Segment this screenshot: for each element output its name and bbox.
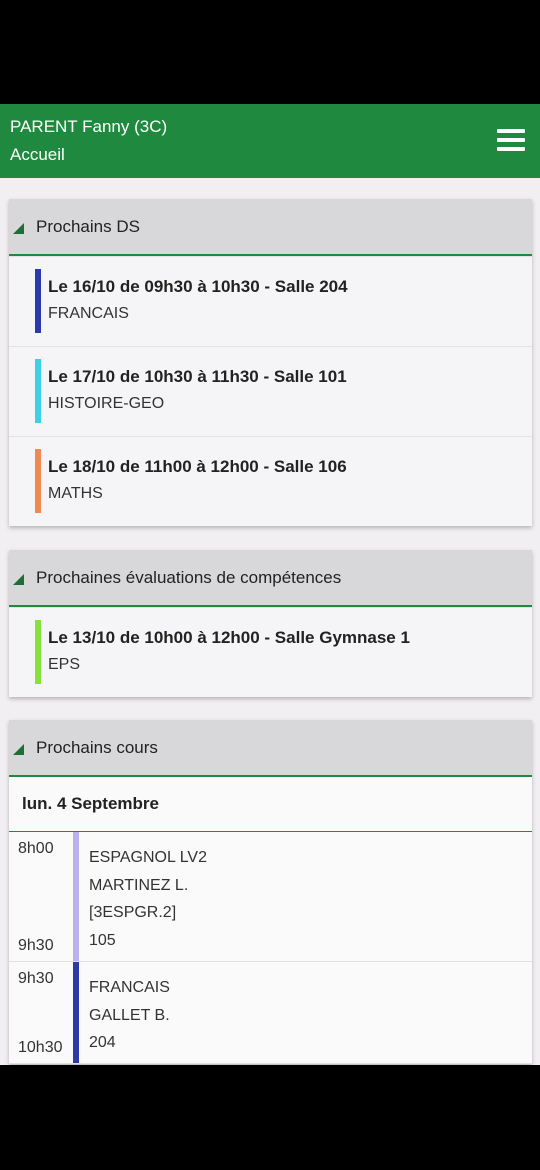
ds-item-subject: FRANCAIS (48, 305, 129, 322)
evaluations-card: Prochaines évaluations de compétences Le… (9, 550, 532, 697)
collapse-triangle-icon (13, 574, 24, 585)
lesson-subject: ESPAGNOL LV2 (89, 849, 207, 866)
ds-item-subject: MATHS (48, 485, 103, 502)
lesson-start-time: 9h30 (18, 970, 54, 987)
evaluations-card-header[interactable]: Prochaines évaluations de compétences (9, 550, 532, 607)
lesson-end-time: 9h30 (18, 937, 54, 954)
lesson-info: FRANCAIS GALLET B. 204 (89, 974, 170, 1057)
lesson-subject: FRANCAIS (89, 979, 170, 996)
lesson-room: 204 (89, 1034, 116, 1051)
ds-card-header[interactable]: Prochains DS (9, 199, 532, 256)
ds-card: Prochains DS Le 16/10 de 09h30 à 10h30 -… (9, 199, 532, 526)
lesson-group: [3ESPGR.2] (89, 904, 177, 921)
lesson-info: ESPAGNOL LV2 MARTINEZ L. [3ESPGR.2] 105 (89, 844, 207, 954)
evaluations-card-title: Prochaines évaluations de compétences (36, 567, 342, 587)
subject-color-bar (35, 269, 41, 333)
lesson-teacher: GALLET B. (89, 1006, 170, 1024)
courses-card-header[interactable]: Prochains cours (9, 720, 532, 777)
subject-color-bar (73, 832, 79, 961)
app-screen: PARENT Fanny (3C) Accueil Prochains DS L… (0, 104, 540, 1065)
ds-item[interactable]: Le 18/10 de 11h00 à 12h00 - Salle 106 MA… (9, 436, 532, 526)
evaluation-item-subject: EPS (48, 656, 81, 673)
ds-item-line: Le 18/10 de 11h00 à 12h00 - Salle 106 (48, 457, 347, 476)
day-header: lun. 4 Septembre (9, 777, 532, 832)
courses-card-title: Prochains cours (36, 737, 158, 757)
collapse-triangle-icon (13, 744, 24, 755)
ds-card-title: Prochains DS (36, 216, 140, 236)
lesson-start-time: 8h00 (18, 840, 54, 857)
lesson-row[interactable]: 8h00 9h30 ESPAGNOL LV2 MARTINEZ L. [3ESP… (9, 832, 532, 962)
hamburger-menu-icon[interactable] (497, 129, 525, 153)
ds-item-subject: HISTOIRE-GEO (48, 395, 165, 412)
courses-card: Prochains cours lun. 4 Septembre 8h00 9h… (9, 720, 532, 1064)
evaluation-item[interactable]: Le 13/10 de 10h00 à 12h00 - Salle Gymnas… (9, 607, 532, 697)
lesson-row[interactable]: 9h30 10h30 FRANCAIS GALLET B. 204 (9, 962, 532, 1064)
collapse-triangle-icon (13, 223, 24, 234)
subject-color-bar (35, 359, 41, 423)
lesson-room: 105 (89, 931, 116, 949)
subject-color-bar (35, 449, 41, 513)
ds-item[interactable]: Le 17/10 de 10h30 à 11h30 - Salle 101 HI… (9, 346, 532, 436)
subject-color-bar (73, 962, 79, 1063)
ds-item[interactable]: Le 16/10 de 09h30 à 10h30 - Salle 204 FR… (9, 256, 532, 346)
lesson-end-time: 10h30 (18, 1039, 63, 1056)
page-title: Accueil (10, 145, 65, 164)
subject-color-bar (35, 620, 41, 684)
lesson-teacher: MARTINEZ L. (89, 876, 189, 894)
ds-item-line: Le 17/10 de 10h30 à 11h30 - Salle 101 (48, 367, 347, 386)
evaluation-item-line: Le 13/10 de 10h00 à 12h00 - Salle Gymnas… (48, 628, 410, 647)
app-bar: PARENT Fanny (3C) Accueil (0, 104, 540, 178)
ds-item-line: Le 16/10 de 09h30 à 10h30 - Salle 204 (48, 277, 348, 296)
student-name: PARENT Fanny (3C) (10, 117, 168, 136)
